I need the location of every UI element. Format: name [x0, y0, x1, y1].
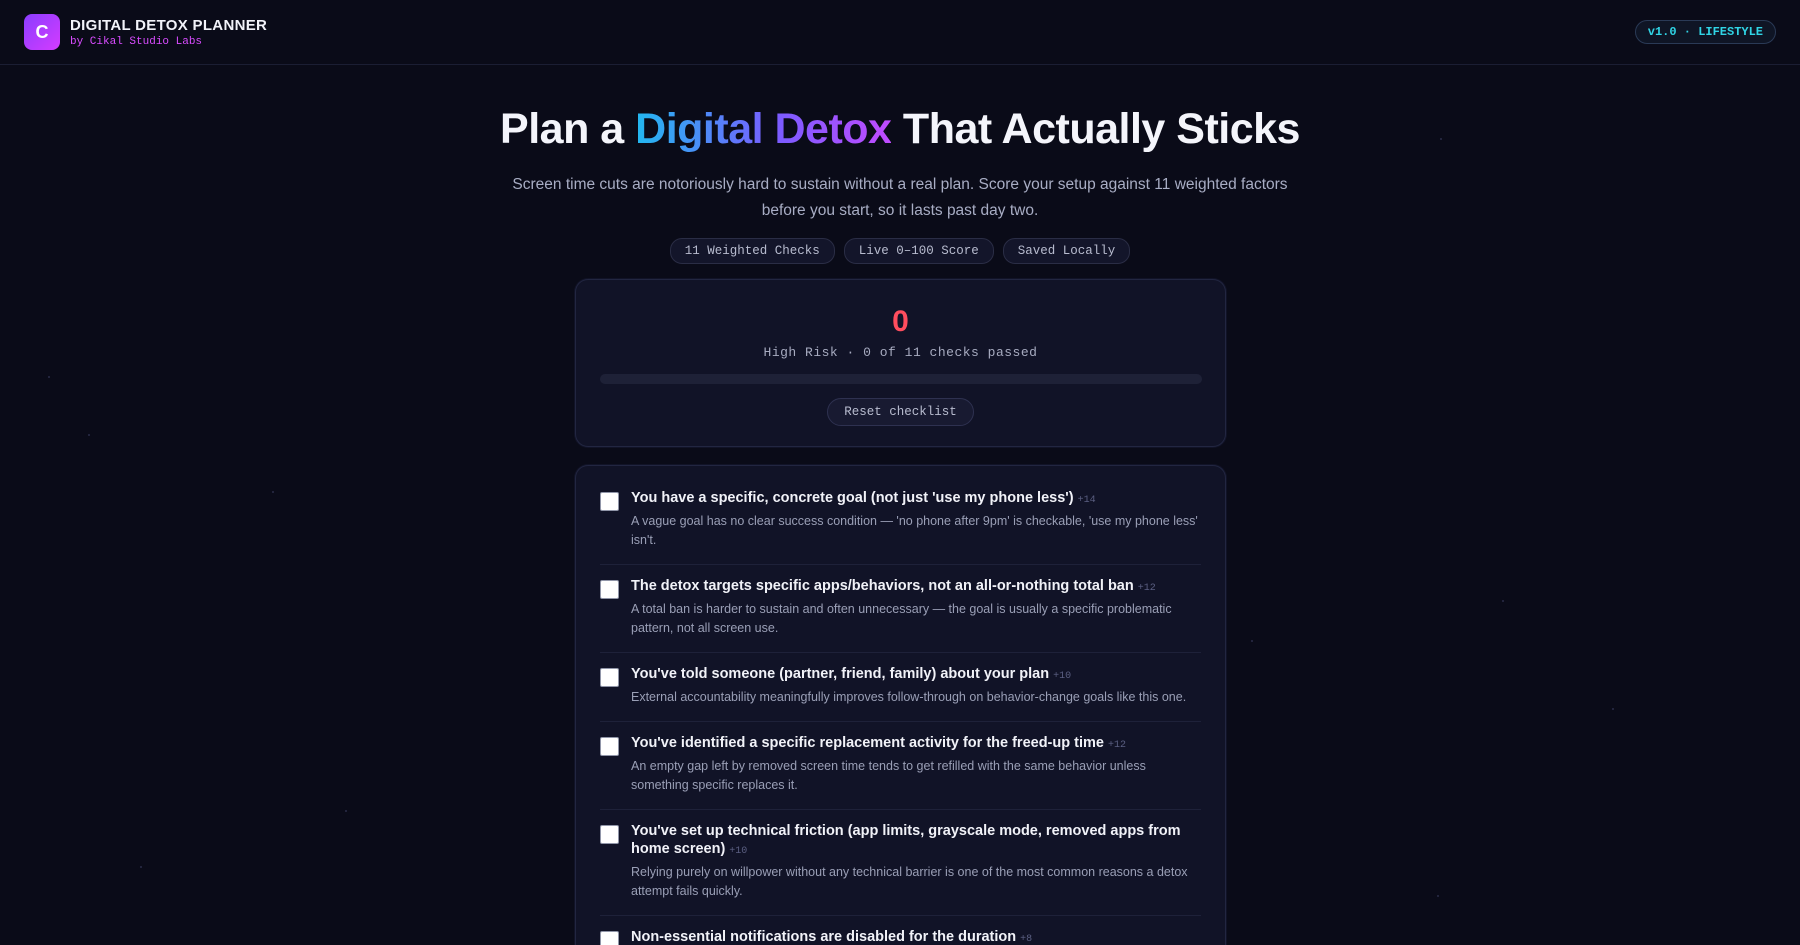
checklist-item[interactable]: Non-essential notifications are disabled…	[600, 916, 1201, 945]
background-star	[1502, 600, 1504, 602]
checklist-item-description: Relying purely on willpower without any …	[631, 865, 1188, 898]
checklist-item-title-text: You have a specific, concrete goal (not …	[631, 490, 1074, 506]
hero: Plan a Digital Detox That Actually Stick…	[0, 105, 1800, 264]
title-before: Plan a	[500, 105, 624, 153]
checklist-item-body: You've set up technical friction (app li…	[631, 822, 1201, 901]
title-after: That Actually Sticks	[902, 105, 1301, 153]
app-logo: C	[24, 14, 60, 50]
checklist-item[interactable]: You've set up technical friction (app li…	[600, 810, 1201, 916]
reset-checklist-button[interactable]: Reset checklist	[827, 398, 974, 426]
brand-text: DIGITAL DETOX PLANNER by Cikal Studio La…	[70, 17, 267, 48]
checklist-item[interactable]: You have a specific, concrete goal (not …	[600, 477, 1201, 565]
checklist-item-title-text: The detox targets specific apps/behavior…	[631, 578, 1134, 594]
checklist-item-body: You've told someone (partner, friend, fa…	[631, 665, 1201, 707]
feature-chip: Saved Locally	[1002, 238, 1131, 264]
checklist-checkbox[interactable]	[600, 580, 619, 599]
title-highlight: Digital Detox	[635, 105, 892, 153]
background-star	[88, 434, 90, 436]
checklist-item-description: A vague goal has no clear success condit…	[631, 514, 1198, 547]
checklist-item-title: The detox targets specific apps/behavior…	[631, 577, 1201, 598]
score-card: 0 High Risk · 0 of 11 checks passed Rese…	[574, 278, 1227, 448]
checklist-item-title-text: Non-essential notifications are disabled…	[631, 929, 1017, 945]
checklist-checkbox[interactable]	[600, 737, 619, 756]
checklist-item-body: The detox targets specific apps/behavior…	[631, 577, 1201, 638]
checklist-item[interactable]: The detox targets specific apps/behavior…	[600, 565, 1201, 653]
background-star	[1251, 640, 1253, 642]
checklist-item-weight: +10	[1053, 671, 1072, 682]
checklist-item-description: An empty gap left by removed screen time…	[631, 759, 1146, 792]
checklist-checkbox[interactable]	[600, 825, 619, 844]
checklist-item-body: You've identified a specific replacement…	[631, 734, 1201, 795]
app-title: DIGITAL DETOX PLANNER	[70, 16, 268, 34]
app-subtitle: by Cikal Studio Labs	[70, 35, 203, 48]
feature-chip: 11 Weighted Checks	[669, 238, 835, 264]
score-status: High Risk · 0 of 11 checks passed	[763, 345, 1038, 360]
checklist-item-title: You have a specific, concrete goal (not …	[631, 489, 1201, 510]
checklist-item-weight: +12	[1137, 583, 1156, 594]
background-star	[1612, 708, 1614, 710]
checklist-item-description: External accountability meaningfully imp…	[631, 690, 1187, 704]
version-badge: v1.0 · LIFESTYLE	[1634, 20, 1776, 44]
checklist-item-body: Non-essential notifications are disabled…	[631, 928, 1201, 945]
checklist-item-title: Non-essential notifications are disabled…	[631, 928, 1201, 945]
background-star	[272, 491, 274, 493]
checklist-item-weight: +12	[1107, 740, 1126, 751]
background-star	[48, 376, 50, 378]
score-progress-bar	[599, 374, 1202, 384]
checklist-item-body: You have a specific, concrete goal (not …	[631, 489, 1201, 550]
checklist-item-weight: +8	[1020, 934, 1033, 945]
checklist: You have a specific, concrete goal (not …	[574, 464, 1227, 945]
checklist-item-title-text: You've identified a specific replacement…	[631, 735, 1104, 751]
checklist-item[interactable]: You've told someone (partner, friend, fa…	[600, 653, 1201, 722]
checklist-checkbox[interactable]	[600, 492, 619, 511]
page-description: Screen time cuts are notoriously hard to…	[512, 176, 1288, 219]
checklist-checkbox[interactable]	[600, 668, 619, 687]
checklist-item-title-text: You've told someone (partner, friend, fa…	[631, 666, 1050, 682]
brand[interactable]: C DIGITAL DETOX PLANNER by Cikal Studio …	[24, 14, 267, 50]
background-star	[1437, 895, 1439, 897]
checklist-item-title: You've identified a specific replacement…	[631, 734, 1201, 755]
checklist-item-description: A total ban is harder to sustain and oft…	[631, 602, 1172, 635]
top-bar: C DIGITAL DETOX PLANNER by Cikal Studio …	[0, 0, 1800, 65]
checklist-item-title: You've told someone (partner, friend, fa…	[631, 665, 1201, 686]
score-value: 0	[892, 305, 909, 338]
feature-chips: 11 Weighted Checks Live 0–100 Score Save…	[0, 238, 1800, 264]
feature-chip: Live 0–100 Score	[843, 238, 994, 264]
checklist-item-title-text: You've set up technical friction (app li…	[631, 823, 1181, 857]
page-title: Plan a Digital Detox That Actually Stick…	[0, 105, 1800, 154]
checklist-item[interactable]: You've identified a specific replacement…	[600, 722, 1201, 810]
checklist-item-weight: +14	[1077, 495, 1096, 506]
background-star	[345, 810, 347, 812]
checklist-item-weight: +10	[729, 846, 748, 857]
background-star	[140, 866, 142, 868]
checklist-item-title: You've set up technical friction (app li…	[631, 822, 1201, 861]
checklist-checkbox[interactable]	[600, 931, 619, 945]
